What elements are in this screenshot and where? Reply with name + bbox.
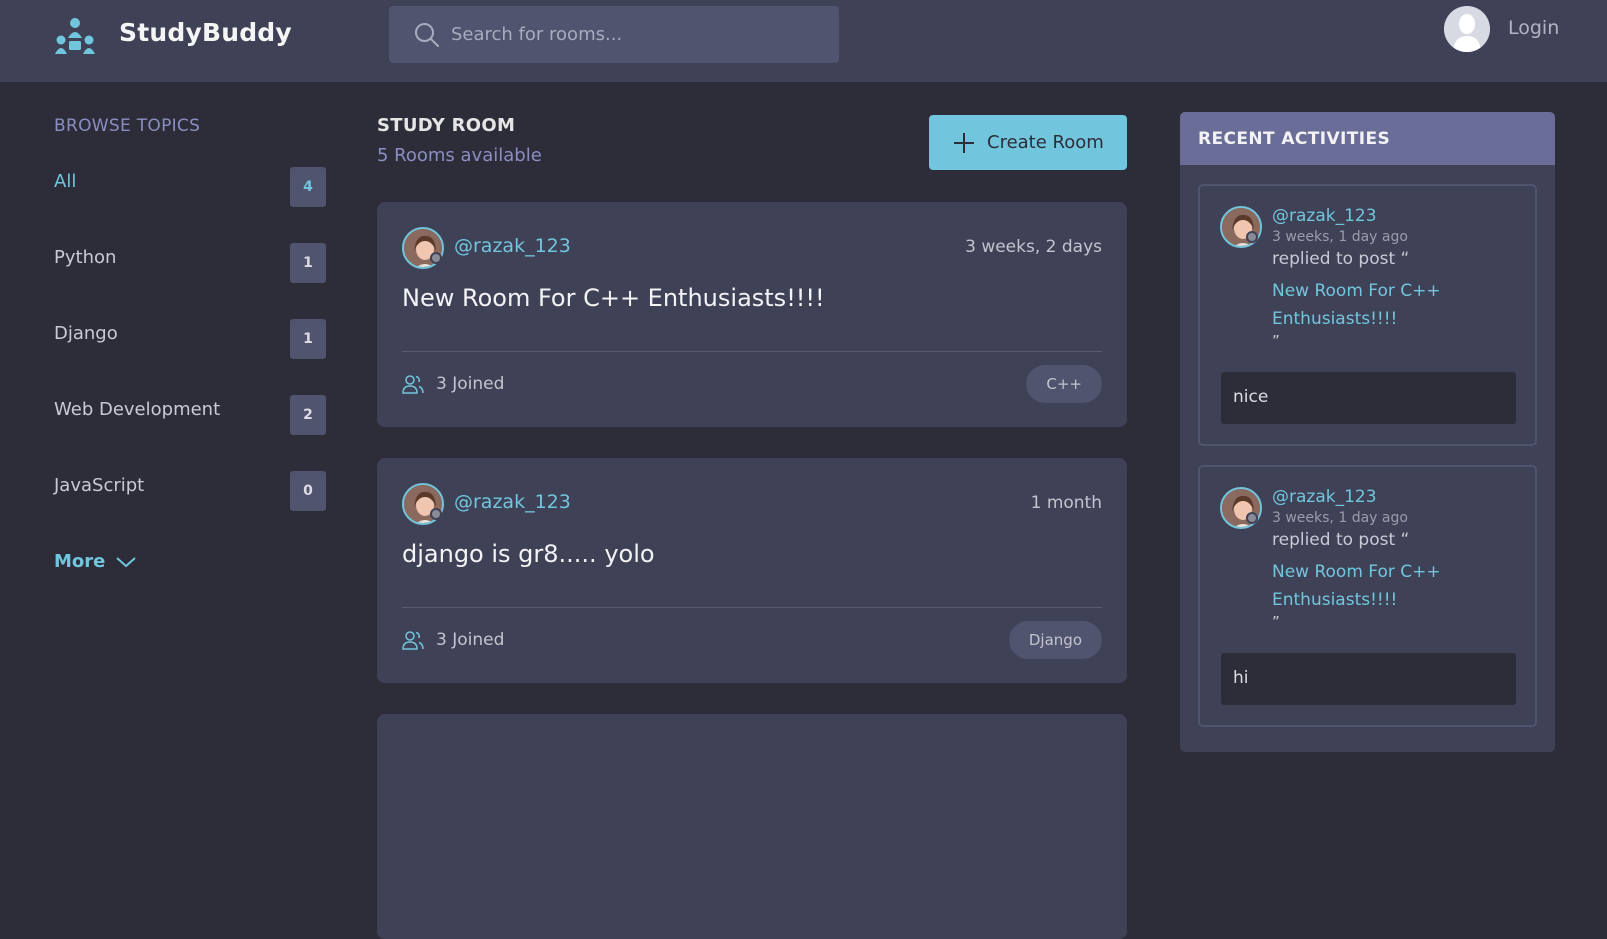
studybuddy-logo-icon[interactable] — [54, 16, 96, 56]
host-username-link[interactable]: @razak_123 — [454, 491, 571, 513]
more-label: More — [54, 551, 106, 572]
search-bar[interactable] — [389, 6, 839, 63]
room-title-link[interactable]: django is gr8..... yolo — [402, 540, 655, 568]
activity-action: replied to post “ — [1272, 249, 1410, 269]
users-icon — [402, 631, 424, 650]
room-time: 3 weeks, 2 days — [965, 237, 1102, 257]
joined-count: 3 Joined — [402, 630, 504, 650]
topic-tag[interactable]: Django — [1008, 621, 1102, 659]
activity-username-link[interactable]: @razak_123 — [1272, 206, 1377, 226]
joined-count: 3 Joined — [402, 374, 504, 394]
activity-item: @razak_123 3 weeks, 1 day ago replied to… — [1198, 465, 1537, 727]
card-divider — [402, 351, 1102, 352]
activities-title: RECENT ACTIVITIES — [1198, 129, 1391, 149]
card-divider — [402, 607, 1102, 608]
login-link[interactable]: Login — [1508, 17, 1559, 39]
activities-header: RECENT ACTIVITIES — [1180, 112, 1555, 165]
user-avatar-icon[interactable] — [1444, 6, 1490, 52]
topic-item-django[interactable]: Django 1 — [54, 319, 326, 359]
room-time: 1 month — [1030, 493, 1102, 513]
activity-time: 3 weeks, 1 day ago — [1272, 229, 1408, 245]
topic-label: All — [54, 171, 77, 192]
topic-count-badge: 2 — [290, 395, 326, 435]
joined-label: 3 Joined — [436, 630, 505, 650]
recent-activities-panel: RECENT ACTIVITIES @razak_123 3 weeks, 1 … — [1180, 112, 1555, 752]
room-card[interactable]: @razak_123 3 weeks, 2 days New Room For … — [377, 202, 1127, 427]
room-title-link[interactable]: New Room For C++ Enthusiasts!!!! — [402, 284, 825, 312]
search-icon — [415, 23, 439, 47]
activity-time: 3 weeks, 1 day ago — [1272, 510, 1408, 526]
topic-tag[interactable]: C++ — [1026, 365, 1102, 403]
chevron-down-icon — [116, 556, 137, 567]
topic-item-all[interactable]: All 4 — [54, 167, 326, 207]
topic-count-badge: 1 — [290, 319, 326, 359]
brand-name[interactable]: StudyBuddy — [119, 18, 292, 47]
topic-item-web-development[interactable]: Web Development 2 — [54, 395, 326, 435]
activity-post-link[interactable]: New Room For C++ Enthusiasts!!!! — [1272, 277, 1452, 333]
status-dot — [430, 252, 442, 264]
activity-item: @razak_123 3 weeks, 1 day ago replied to… — [1198, 184, 1537, 446]
top-navbar: StudyBuddy Login — [0, 0, 1607, 82]
study-room-heading: STUDY ROOM — [377, 115, 516, 136]
activity-quote-close: ” — [1272, 332, 1280, 350]
status-dot — [1246, 512, 1258, 524]
status-dot — [430, 508, 442, 520]
topic-item-python[interactable]: Python 1 — [54, 243, 326, 283]
create-room-label: Create Room — [987, 132, 1104, 153]
plus-icon — [954, 132, 974, 153]
users-icon — [402, 375, 424, 394]
rooms-available-count: 5 Rooms available — [377, 145, 542, 166]
activity-action: replied to post “ — [1272, 530, 1410, 550]
activity-post-link[interactable]: New Room For C++ Enthusiasts!!!! — [1272, 558, 1452, 614]
search-input[interactable] — [451, 16, 821, 52]
topic-label: Python — [54, 247, 117, 268]
topic-count-badge: 4 — [290, 167, 326, 207]
browse-topics-title: BROWSE TOPICS — [54, 116, 201, 136]
activity-username-link[interactable]: @razak_123 — [1272, 487, 1377, 507]
activity-message: nice — [1221, 372, 1516, 424]
host-username-link[interactable]: @razak_123 — [454, 235, 571, 257]
activity-quote-close: ” — [1272, 613, 1280, 631]
activity-message: hi — [1221, 653, 1516, 705]
topic-count-badge: 0 — [290, 471, 326, 511]
create-room-button[interactable]: Create Room — [929, 115, 1127, 170]
topic-item-javascript[interactable]: JavaScript 0 — [54, 471, 326, 511]
room-card[interactable] — [377, 714, 1127, 939]
topic-label: Django — [54, 323, 118, 344]
topic-count-badge: 1 — [290, 243, 326, 283]
more-topics-link[interactable]: More — [54, 551, 137, 572]
joined-label: 3 Joined — [436, 374, 505, 394]
topic-label: JavaScript — [54, 475, 145, 496]
room-card[interactable]: @razak_123 1 month django is gr8..... yo… — [377, 458, 1127, 683]
topic-label: Web Development — [54, 399, 221, 420]
status-dot — [1246, 231, 1258, 243]
